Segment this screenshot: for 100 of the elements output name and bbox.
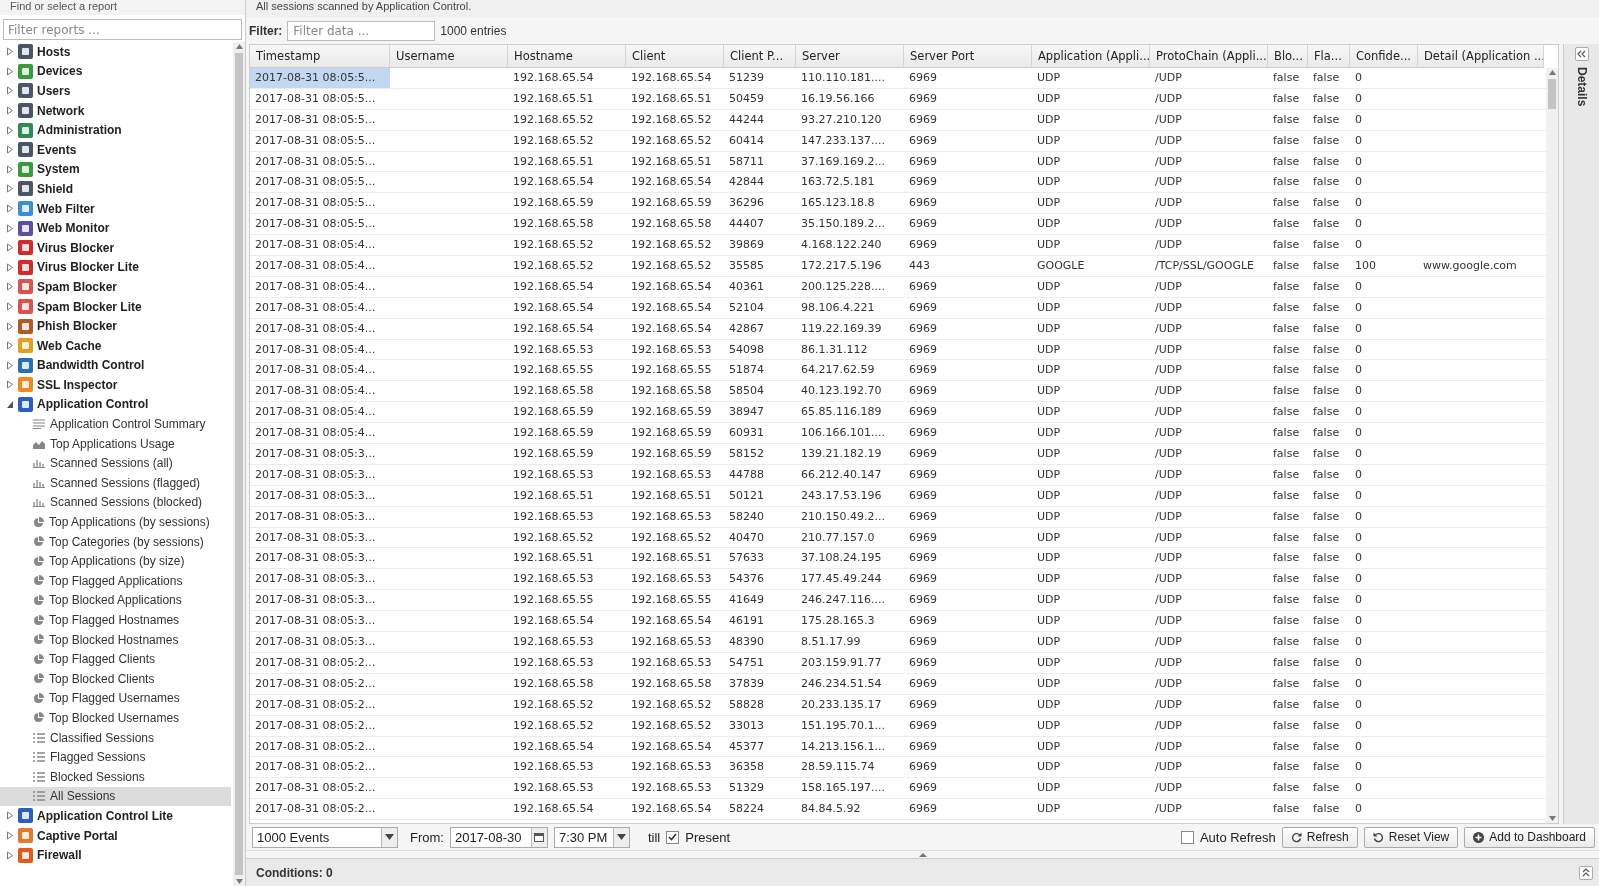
expand-triangle-icon[interactable] [6,341,14,351]
tree-item[interactable]: Captive Portal [37,828,118,843]
scrollbar[interactable] [1546,68,1558,823]
tree-item[interactable]: Devices [37,64,83,79]
report-item[interactable]: Top Flagged Hostnames [0,610,231,630]
table-row[interactable]: 2017-08-31 08:05:4... 192.168.65.54 192.168.65.54 40361 200.125.228.... 6969 UDP /UDP false false 0 [250,276,1546,298]
tree-item[interactable]: Shield [37,181,73,196]
expand-triangle-icon[interactable] [6,145,14,155]
tree-item[interactable]: Application Control Lite [37,808,173,823]
tree-item[interactable]: Phish Blocker [37,319,118,334]
table-row[interactable]: 2017-08-31 08:05:5... 192.168.65.51 192.168.65.51 50459 16.19.56.166 6969 UDP /UDP false false 0 [250,88,1546,110]
tree-item[interactable]: Spam Blocker [37,279,118,294]
toolbar-button[interactable]: Refresh [1281,826,1358,848]
column-header[interactable]: Hostname [508,45,626,67]
expand-triangle-icon[interactable] [6,47,14,57]
scrollbar-thumb[interactable] [235,53,243,875]
tree-item[interactable]: Bandwidth Control [37,358,145,373]
table-row[interactable]: 2017-08-31 08:05:2... 192.168.65.58 192.168.65.58 37839 246.234.51.54 6969 UDP /UDP false false 0 [250,673,1546,695]
report-item[interactable]: Top Flagged Usernames [0,688,231,709]
table-row[interactable]: 2017-08-31 08:05:4... 192.168.65.58 192.168.65.58 58504 40.123.192.70 6969 UDP /UDP false false 0 [250,381,1546,403]
details-title[interactable]: Details [1574,67,1589,107]
table-row[interactable]: 2017-08-31 08:05:4... 192.168.65.59 192.168.65.59 60931 106.166.101.... 6969 UDP /UDP false false 0 [250,423,1546,445]
report-item[interactable]: All Sessions [0,786,231,807]
tree-item[interactable]: Virus Blocker Lite [37,260,139,275]
table-row[interactable]: 2017-08-31 08:05:3... 192.168.65.51 192.168.65.51 50121 243.17.53.196 6969 UDP /UDP false false 0 [250,485,1546,507]
table-row[interactable]: 2017-08-31 08:05:3... 192.168.65.53 192.168.65.53 58240 210.150.49.2... 6969 UDP /UDP false false 0 [250,506,1546,528]
table-row[interactable]: 2017-08-31 08:05:2... 192.168.65.53 192.168.65.53 54751 203.159.91.77 6969 UDP /UDP false false 0 [250,652,1546,674]
auto-refresh-label[interactable]: Auto Refresh [1199,829,1276,845]
expand-triangle-icon[interactable] [6,831,14,841]
scroll-down-icon[interactable] [1548,816,1556,821]
table-row[interactable]: 2017-08-31 08:05:4... 192.168.65.52 192.168.65.52 39869 4.168.122.240 6969 UDP /UDP false false 0 [250,235,1546,256]
tree-item[interactable]: Spam Blocker Lite [37,299,142,314]
checkbox[interactable] [1180,830,1194,844]
table-row[interactable]: 2017-08-31 08:05:4... 192.168.65.54 192.168.65.54 52104 98.106.4.221 6969 UDP /UDP false false 0 [250,297,1546,319]
table-row[interactable]: 2017-08-31 08:05:4... 192.168.65.59 192.168.65.59 38947 65.85.116.189 6969 UDP /UDP false false 0 [250,402,1546,424]
table-row[interactable]: 2017-08-31 08:05:4... 192.168.65.53 192.168.65.53 54098 86.1.31.112 6969 UDP /UDP false false 0 [250,339,1546,361]
report-item[interactable]: Application Control Summary [0,414,231,434]
collapse-triangle-icon[interactable] [6,400,14,409]
report-item[interactable]: Top Blocked Clients [0,669,231,689]
expand-triangle-icon[interactable] [6,164,14,174]
expand-triangle-icon[interactable] [6,184,14,194]
table-row[interactable]: 2017-08-31 08:05:3... 192.168.65.51 192.168.65.51 57633 37.108.24.195 6969 UDP /UDP false false 0 [250,548,1546,570]
tree-item[interactable]: Administration [37,123,122,138]
report-item[interactable]: Top Applications Usage [0,433,231,454]
column-header[interactable]: Username [390,45,508,67]
tree-item[interactable]: SSL Inspector [37,377,118,392]
date-field[interactable]: 2017-08-30 [449,826,548,848]
table-row[interactable]: 2017-08-31 08:05:5... 192.168.65.58 192.168.65.58 44407 35.150.189.2... 6969 UDP /UDP false false 0 [250,214,1546,236]
report-item[interactable]: Top Blocked Applications [0,590,231,611]
table-row[interactable]: 2017-08-31 08:05:2... 192.168.65.54 192.168.65.54 58224 84.84.5.92 6969 UDP /UDP false false 0 [250,799,1546,821]
column-header[interactable]: Application (Appli... [1032,45,1150,67]
report-item[interactable]: Scanned Sessions (flagged) [0,473,231,493]
column-header[interactable]: Server [796,45,904,67]
toolbar-button[interactable]: Reset View [1363,826,1459,848]
report-item[interactable]: Top Blocked Usernames [0,708,231,728]
table-row[interactable]: 2017-08-31 08:05:5... 192.168.65.59 192.168.65.59 36296 165.123.18.8 6969 UDP /UDP false false 0 [250,193,1546,215]
expand-triangle-icon[interactable] [6,106,14,116]
table-row[interactable]: 2017-08-31 08:05:3... 192.168.65.54 192.168.65.54 46191 175.28.165.3 6969 UDP /UDP false false 0 [250,611,1546,633]
checkbox[interactable] [666,830,680,844]
column-header[interactable]: Client [626,45,724,67]
expand-triangle-icon[interactable] [6,125,14,135]
tree-item[interactable]: Web Cache [37,338,102,353]
column-header[interactable]: Fla... [1308,45,1350,67]
tree-item[interactable]: Virus Blocker [37,240,115,255]
expand-triangle-icon[interactable] [6,282,14,292]
expand-triangle-icon[interactable] [6,86,14,96]
expand-triangle-icon[interactable] [6,204,14,214]
scrollbar[interactable] [233,42,245,886]
filter-reports-field[interactable]: Filter reports ... [3,19,242,40]
column-header[interactable]: Detail (Application ... [1418,45,1544,67]
table-row[interactable]: 2017-08-31 08:05:2... 192.168.65.52 192.168.65.52 58828 20.233.135.17 6969 UDP /UDP false false 0 [250,694,1546,716]
report-item[interactable]: Top Flagged Clients [0,649,231,669]
table-row[interactable]: 2017-08-31 08:05:2... 192.168.65.54 192.168.65.54 45377 14.213.156.1... 6969 UDP /UDP false false 0 [250,736,1546,758]
table-row[interactable]: 2017-08-31 08:05:3... 192.168.65.53 192.168.65.53 44788 66.212.40.147 6969 UDP /UDP false false 0 [250,464,1546,486]
expand-triangle-icon[interactable] [6,811,14,821]
tree-item[interactable]: Network [37,103,85,118]
report-item[interactable]: Scanned Sessions (blocked) [0,492,231,513]
table-row[interactable]: 2017-08-31 08:05:3... 192.168.65.53 192.168.65.53 54376 177.45.49.244 6969 UDP /UDP false false 0 [250,569,1546,591]
filter-data-field[interactable]: Filter data ... [287,20,436,41]
expand-triangle-icon[interactable] [6,360,14,370]
table-row[interactable]: 2017-08-31 08:05:5... 192.168.65.51 192.168.65.51 58711 37.169.169.2... 6969 UDP /UDP false false 0 [250,151,1546,173]
tree-item[interactable]: System [37,162,80,177]
table-row[interactable]: 2017-08-31 08:05:2... 192.168.65.53 192.168.65.53 51329 158.165.197.... 6969 UDP /UDP false false 0 [250,778,1546,800]
report-item[interactable]: Top Applications (by size) [0,551,231,572]
report-item[interactable]: Classified Sessions [0,727,231,748]
scroll-up-icon[interactable] [1548,70,1556,75]
column-header[interactable]: Timestamp [250,45,390,67]
tree-item[interactable]: Users [37,84,71,98]
table-row[interactable]: 2017-08-31 08:05:3... 192.168.65.53 192.168.65.53 48390 8.51.17.99 6969 UDP /UDP false false 0 [250,632,1546,653]
table-row[interactable]: 2017-08-31 08:05:2... 192.168.65.52 192.168.65.52 33013 151.195.70.1... 6969 UDP /UDP false false 0 [250,715,1546,737]
event-limit-select[interactable]: 1000 Events [252,826,398,848]
tree-item[interactable]: Firewall [37,848,82,863]
tree-item[interactable]: Events [37,142,77,157]
table-row[interactable]: 2017-08-31 08:05:3... 192.168.65.59 192.168.65.59 58152 139.21.182.19 6969 UDP /UDP false false 0 [250,444,1546,465]
column-header[interactable]: Server Port [904,45,1032,67]
tree-item[interactable]: Application Control [37,397,149,412]
tree-item[interactable]: Hosts [37,44,71,59]
expand-triangle-icon[interactable] [6,262,14,272]
report-item[interactable]: Top Applications (by sessions) [0,512,231,532]
table-row[interactable]: 2017-08-31 08:05:5... 192.168.65.54 192.168.65.54 51239 110.110.181.... 6969 UDP /UDP false false 0 [250,68,1546,89]
